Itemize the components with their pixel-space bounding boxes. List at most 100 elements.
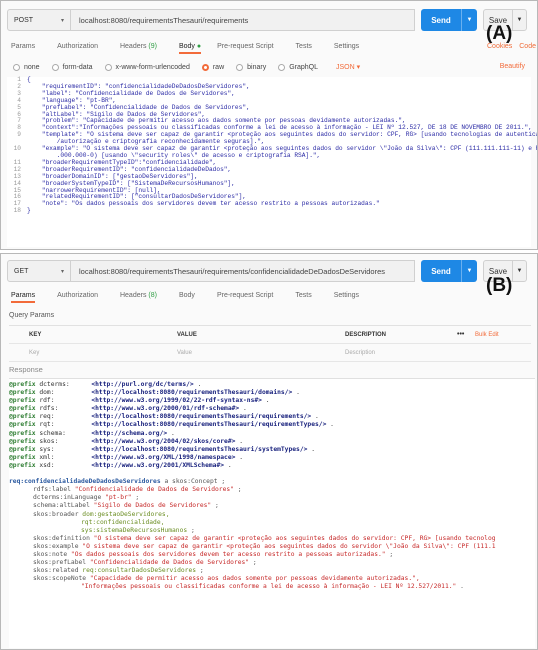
panel-label: (A) bbox=[486, 23, 513, 44]
beautify-button[interactable]: Beautify bbox=[500, 63, 525, 70]
request-bar: POST ▾ localhost:8080/requirementsThesau… bbox=[7, 9, 527, 31]
prefix-name: rqt: bbox=[39, 421, 55, 429]
terminator: ; bbox=[196, 567, 204, 575]
method-label: POST bbox=[14, 16, 34, 24]
chevron-down-icon: ▾ bbox=[60, 268, 64, 275]
tab-tests[interactable]: Tests bbox=[295, 292, 311, 303]
tab-label: Body bbox=[178, 292, 195, 299]
code-link[interactable]: Code bbox=[519, 43, 536, 50]
prefix-name: dom: bbox=[39, 389, 55, 397]
triple-line: "Informações pessoais ou classificadas c… bbox=[9, 583, 535, 591]
url-input[interactable]: localhost:8080/requirementsThesauri/requ… bbox=[71, 9, 415, 31]
prefix-keyword: @prefix bbox=[9, 429, 36, 437]
terminator: ; bbox=[187, 526, 195, 534]
object-value: "Capacidade de permitir acesso aos dados… bbox=[89, 575, 420, 583]
tab-pre-request-script[interactable]: Pre-request Script bbox=[217, 292, 273, 303]
tab-body[interactable]: Body ● bbox=[178, 43, 202, 54]
prefix-name: sys: bbox=[39, 445, 55, 453]
triple-line: rdfs:label "Confidencialidade de Dados d… bbox=[9, 486, 535, 494]
headers-count: (8) bbox=[148, 292, 157, 299]
prefix-iri: <http://localhost:8080/requirementsThesa… bbox=[91, 445, 308, 453]
format-select[interactable]: JSON ▾ bbox=[336, 63, 360, 71]
tab-label: Settings bbox=[333, 292, 359, 299]
tab-label: Settings bbox=[333, 43, 360, 50]
prefix-keyword: @prefix bbox=[9, 461, 36, 469]
prefix-keyword: @prefix bbox=[9, 381, 36, 388]
object-value: dom:gestaoDeServidores, bbox=[82, 510, 170, 518]
bulk-edit-link[interactable]: Bulk Edit bbox=[475, 332, 499, 338]
tab-label: Tests bbox=[295, 43, 312, 50]
send-button[interactable]: Send ▼ bbox=[421, 9, 477, 31]
method-select[interactable]: GET ▾ bbox=[7, 260, 71, 282]
tab-tests[interactable]: Tests bbox=[296, 43, 312, 54]
column-header-description: DESCRIPTION bbox=[345, 331, 387, 338]
send-button[interactable]: Send ▼ bbox=[421, 260, 477, 282]
code-text: } bbox=[27, 207, 31, 215]
tab-label: Authorization bbox=[57, 292, 98, 299]
tab-headers[interactable]: Headers (8) bbox=[120, 292, 157, 303]
radio-selected-icon bbox=[201, 63, 209, 71]
triple-line: skos:definition "O sistema deve ser capa… bbox=[9, 535, 535, 543]
cookies-code-links: Cookies Code bbox=[487, 43, 536, 50]
radio-icon bbox=[104, 63, 112, 71]
tab-authorization[interactable]: Authorization bbox=[57, 292, 98, 303]
triple-line: skos:broader dom:gestaoDeServidores, bbox=[9, 511, 535, 519]
send-options-chevron-icon[interactable]: ▼ bbox=[461, 260, 477, 282]
table-header-row: KEY VALUE DESCRIPTION ••• Bulk Edit bbox=[9, 326, 531, 344]
prefix-iri: <http://localhost:8080/requirementsThesa… bbox=[91, 421, 327, 429]
tab-body[interactable]: Body bbox=[179, 292, 195, 303]
radio-none[interactable]: none bbox=[13, 63, 40, 71]
column-header-value: VALUE bbox=[177, 331, 197, 338]
cookies-link[interactable]: Cookies bbox=[487, 43, 512, 50]
tab-pre-request-script[interactable]: Pre-request Script bbox=[217, 43, 273, 54]
tab-label: Authorization bbox=[57, 43, 98, 50]
prefix-iri: <http://www.w3.org/1999/02/22-rdf-syntax… bbox=[91, 397, 262, 405]
response-body-turtle[interactable]: @prefix dcterms: <http://purl.org/dc/term… bbox=[9, 378, 535, 648]
method-select[interactable]: POST ▾ bbox=[7, 9, 71, 31]
radio-x-www-form-urlencoded[interactable]: x-www-form-urlencoded bbox=[104, 63, 190, 71]
tab-settings[interactable]: Settings bbox=[334, 43, 359, 54]
object-value: "Confidencialidade de Dados de Servidore… bbox=[89, 559, 250, 567]
tab-label: Params bbox=[11, 43, 36, 50]
tab-headers[interactable]: Headers (9) bbox=[120, 43, 157, 54]
predicate: skos:prefLabel bbox=[33, 559, 87, 567]
save-options-chevron-icon[interactable]: ▼ bbox=[512, 261, 526, 281]
tab-label: Pre-request Script bbox=[216, 292, 274, 299]
prefix-iri: <http://www.w3.org/2001/XMLSchema#> bbox=[91, 461, 225, 469]
radio-binary[interactable]: binary bbox=[236, 63, 266, 71]
save-options-chevron-icon[interactable]: ▼ bbox=[512, 10, 526, 30]
tab-params[interactable]: Params bbox=[11, 292, 36, 303]
object-value: "pt-br" bbox=[105, 494, 132, 502]
prefix-iri: <http://schema.org/> bbox=[91, 429, 168, 437]
radio-form-data[interactable]: form-data bbox=[51, 63, 93, 71]
more-options-icon[interactable]: ••• bbox=[457, 331, 475, 338]
radio-graphql[interactable]: GraphQL bbox=[278, 63, 318, 71]
predicate: schema:altLabel bbox=[33, 502, 90, 510]
prefix-name: xml: bbox=[39, 453, 55, 461]
prefix-iri: <http://www.w3.org/2000/01/rdf-schema#> bbox=[91, 405, 240, 413]
tab-authorization[interactable]: Authorization bbox=[57, 43, 98, 54]
object-value: sys:sistemaDeRecursosHumanos bbox=[81, 526, 188, 534]
triple-line: skos:related req:consultarDadosDeServido… bbox=[9, 567, 535, 575]
prefix-iri: <http://www.w3.org/XML/1998/namespace> bbox=[91, 453, 236, 461]
object-value: "O sistema deve ser capaz de garantir <p… bbox=[82, 542, 496, 550]
predicate: skos:broader bbox=[33, 510, 79, 518]
request-tabs: Params Authorization Headers (8) Body Pr… bbox=[7, 292, 359, 303]
prefix-name: schema: bbox=[39, 429, 66, 437]
predicate: rdfs:label bbox=[33, 486, 71, 494]
url-input[interactable]: localhost:8080/requirementsThesauri/requ… bbox=[71, 260, 415, 282]
prefix-iri: <http://localhost:8080/requirementsThesa… bbox=[91, 389, 293, 397]
json-body-editor[interactable]: 1{2 "requirementID": "confidencialidadeD… bbox=[7, 76, 537, 247]
tab-params[interactable]: Params bbox=[11, 43, 35, 54]
key-input[interactable]: Key bbox=[9, 350, 177, 356]
description-input[interactable]: Description bbox=[345, 350, 457, 356]
radio-raw[interactable]: raw bbox=[201, 63, 224, 71]
tab-settings[interactable]: Settings bbox=[334, 292, 359, 303]
value-input[interactable]: Value bbox=[177, 350, 345, 356]
radio-icon bbox=[278, 63, 286, 71]
tab-label: Body bbox=[178, 43, 195, 50]
send-options-chevron-icon[interactable]: ▼ bbox=[461, 9, 477, 31]
prefix-keyword: @prefix bbox=[9, 413, 36, 421]
terminator: ; bbox=[249, 559, 257, 567]
